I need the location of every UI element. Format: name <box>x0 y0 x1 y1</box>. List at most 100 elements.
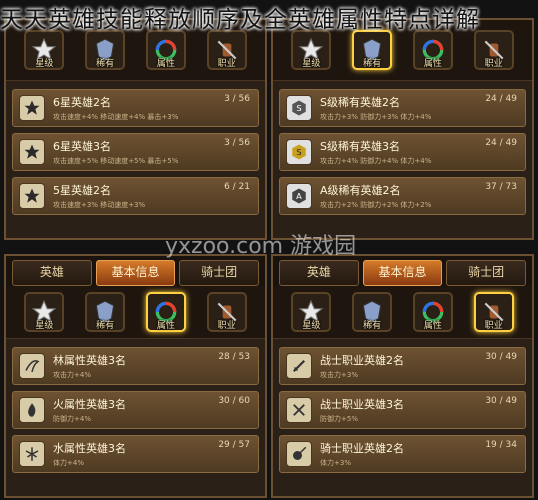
hero-panel-rarity: 星级 稀有 属性 职业 S S级稀有英雄2名 攻击力+3% 防御力+3% 体力+… <box>271 18 534 240</box>
list-item[interactable]: 火属性英雄3名 防御力+4% 30 / 60 <box>12 391 259 429</box>
row-count: 30 / 49 <box>485 396 517 406</box>
row-name: 6星英雄3名 <box>53 140 111 153</box>
filter-label: 稀有 <box>363 59 382 69</box>
rank-s-gold-icon: S <box>286 139 312 165</box>
tab-heroes[interactable]: 英雄 <box>12 260 92 286</box>
list-item[interactable]: S S级稀有英雄2名 攻击力+3% 防御力+3% 体力+4% 24 / 49 <box>279 89 526 127</box>
filter-label: 职业 <box>484 59 503 69</box>
row-count: 24 / 49 <box>485 138 517 148</box>
filter-star-button[interactable]: 星级 <box>291 292 332 332</box>
filter-rare-button[interactable]: 稀有 <box>85 292 126 332</box>
bonus-list: 战士职业英雄2名 攻击力+3% 30 / 49 战士职业英雄3名 防御力+5% … <box>273 339 532 483</box>
filter-element-button[interactable]: 属性 <box>412 292 453 332</box>
row-bonus: 防御力+5% <box>320 415 358 423</box>
row-bonus: 体力+3% <box>320 459 351 467</box>
row-bonus: 攻击力+3% <box>320 371 358 379</box>
filter-label: 属性 <box>156 59 175 69</box>
filter-class-button[interactable]: 职业 <box>473 292 514 332</box>
wood-element-icon <box>19 353 45 379</box>
filter-label: 属性 <box>423 321 442 331</box>
filter-label: 星级 <box>35 59 54 69</box>
bonus-list: S S级稀有英雄2名 攻击力+3% 防御力+3% 体力+4% 24 / 49 S… <box>273 81 532 225</box>
fire-element-icon <box>19 397 45 423</box>
filter-label: 稀有 <box>96 321 115 331</box>
row-count: 6 / 21 <box>224 182 250 192</box>
row-count: 30 / 49 <box>485 352 517 362</box>
watermark: yxzoo.com 游戏园 <box>165 234 357 259</box>
row-name: 战士职业英雄2名 <box>320 354 404 367</box>
row-name: 水属性英雄3名 <box>53 442 126 455</box>
svg-text:A: A <box>296 191 302 201</box>
list-item[interactable]: 5星英雄2名 攻击速度+3% 移动速度+3% 6 / 21 <box>12 177 259 215</box>
lance-icon <box>286 441 312 467</box>
row-bonus: 攻击力+4% 防御力+4% 体力+4% <box>320 157 432 165</box>
row-name: 骑士职业英雄2名 <box>320 442 404 455</box>
row-bonus: 攻击速度+4% 移动速度+4% 暴击+3% <box>53 113 179 121</box>
filter-element-button[interactable]: 属性 <box>145 292 186 332</box>
row-count: 3 / 56 <box>224 94 250 104</box>
row-count: 3 / 56 <box>224 138 250 148</box>
filter-label: 职业 <box>217 59 236 69</box>
row-bonus: 体力+4% <box>53 459 84 467</box>
rank-a-icon: A <box>286 183 312 209</box>
tab-heroes[interactable]: 英雄 <box>279 260 359 286</box>
filter-label: 职业 <box>217 321 236 331</box>
tab-basic-info[interactable]: 基本信息 <box>362 260 443 286</box>
rank-s-icon: S <box>286 95 312 121</box>
filter-label: 星级 <box>35 321 54 331</box>
panel-tabs: 英雄 基本信息 骑士团 <box>273 256 532 286</box>
filter-class-button[interactable]: 职业 <box>206 292 247 332</box>
filter-label: 稀有 <box>363 321 382 331</box>
filter-icon-bar: 星级 稀有 属性 职业 <box>273 286 532 339</box>
filter-rare-button[interactable]: 稀有 <box>352 292 393 332</box>
star-6-icon <box>19 95 45 121</box>
row-name: 6星英雄2名 <box>53 96 111 109</box>
star-5-icon <box>19 183 45 209</box>
crossed-swords-icon <box>286 397 312 423</box>
bonus-list: 6星英雄2名 攻击速度+4% 移动速度+4% 暴击+3% 3 / 56 6星英雄… <box>6 81 265 225</box>
star-6-icon <box>19 139 45 165</box>
row-name: 战士职业英雄3名 <box>320 398 404 411</box>
hero-panel-class: 英雄 基本信息 骑士团 星级 稀有 属性 职业 战士职业英雄2名 攻击力+3% … <box>271 254 534 498</box>
tab-knights[interactable]: 骑士团 <box>446 260 527 286</box>
row-bonus: 攻击力+2% 防御力+2% 体力+2% <box>320 201 432 209</box>
filter-label: 稀有 <box>96 59 115 69</box>
row-count: 37 / 73 <box>485 182 517 192</box>
filter-star-button[interactable]: 星级 <box>24 292 65 332</box>
filter-icon-bar: 星级 稀有 属性 职业 <box>6 286 265 339</box>
filter-label: 属性 <box>156 321 175 331</box>
row-name: S级稀有英雄2名 <box>320 96 400 109</box>
row-bonus: 攻击力+3% 防御力+3% 体力+4% <box>320 113 432 121</box>
tab-knights[interactable]: 骑士团 <box>179 260 260 286</box>
filter-label: 职业 <box>484 321 503 331</box>
row-name: 林属性英雄3名 <box>53 354 126 367</box>
row-bonus: 攻击力+4% <box>53 371 91 379</box>
row-count: 19 / 34 <box>485 440 517 450</box>
bonus-list: 林属性英雄3名 攻击力+4% 28 / 53 火属性英雄3名 防御力+4% 30… <box>6 339 265 483</box>
row-bonus: 攻击速度+5% 移动速度+5% 暴击+5% <box>53 157 179 165</box>
row-count: 24 / 49 <box>485 94 517 104</box>
row-count: 30 / 60 <box>218 396 250 406</box>
list-item[interactable]: 6星英雄3名 攻击速度+5% 移动速度+5% 暴击+5% 3 / 56 <box>12 133 259 171</box>
filter-label: 星级 <box>302 59 321 69</box>
list-item[interactable]: 战士职业英雄2名 攻击力+3% 30 / 49 <box>279 347 526 385</box>
panel-tabs: 英雄 基本信息 骑士团 <box>6 256 265 286</box>
water-element-icon <box>19 441 45 467</box>
row-bonus: 防御力+4% <box>53 415 91 423</box>
row-count: 29 / 57 <box>218 440 250 450</box>
row-name: S级稀有英雄3名 <box>320 140 400 153</box>
list-item[interactable]: S S级稀有英雄3名 攻击力+4% 防御力+4% 体力+4% 24 / 49 <box>279 133 526 171</box>
list-item[interactable]: A A级稀有英雄2名 攻击力+2% 防御力+2% 体力+2% 37 / 73 <box>279 177 526 215</box>
list-item[interactable]: 骑士职业英雄2名 体力+3% 19 / 34 <box>279 435 526 473</box>
row-name: 火属性英雄3名 <box>53 398 126 411</box>
list-item[interactable]: 林属性英雄3名 攻击力+4% 28 / 53 <box>12 347 259 385</box>
list-item[interactable]: 水属性英雄3名 体力+4% 29 / 57 <box>12 435 259 473</box>
hero-panel-element: 英雄 基本信息 骑士团 星级 稀有 属性 职业 林属性英雄3名 攻击力+4% 2… <box>4 254 267 498</box>
filter-label: 星级 <box>302 321 321 331</box>
list-item[interactable]: 战士职业英雄3名 防御力+5% 30 / 49 <box>279 391 526 429</box>
svg-text:S: S <box>296 103 301 113</box>
tab-basic-info[interactable]: 基本信息 <box>95 260 176 286</box>
row-name: A级稀有英雄2名 <box>320 184 401 197</box>
list-item[interactable]: 6星英雄2名 攻击速度+4% 移动速度+4% 暴击+3% 3 / 56 <box>12 89 259 127</box>
row-count: 28 / 53 <box>218 352 250 362</box>
